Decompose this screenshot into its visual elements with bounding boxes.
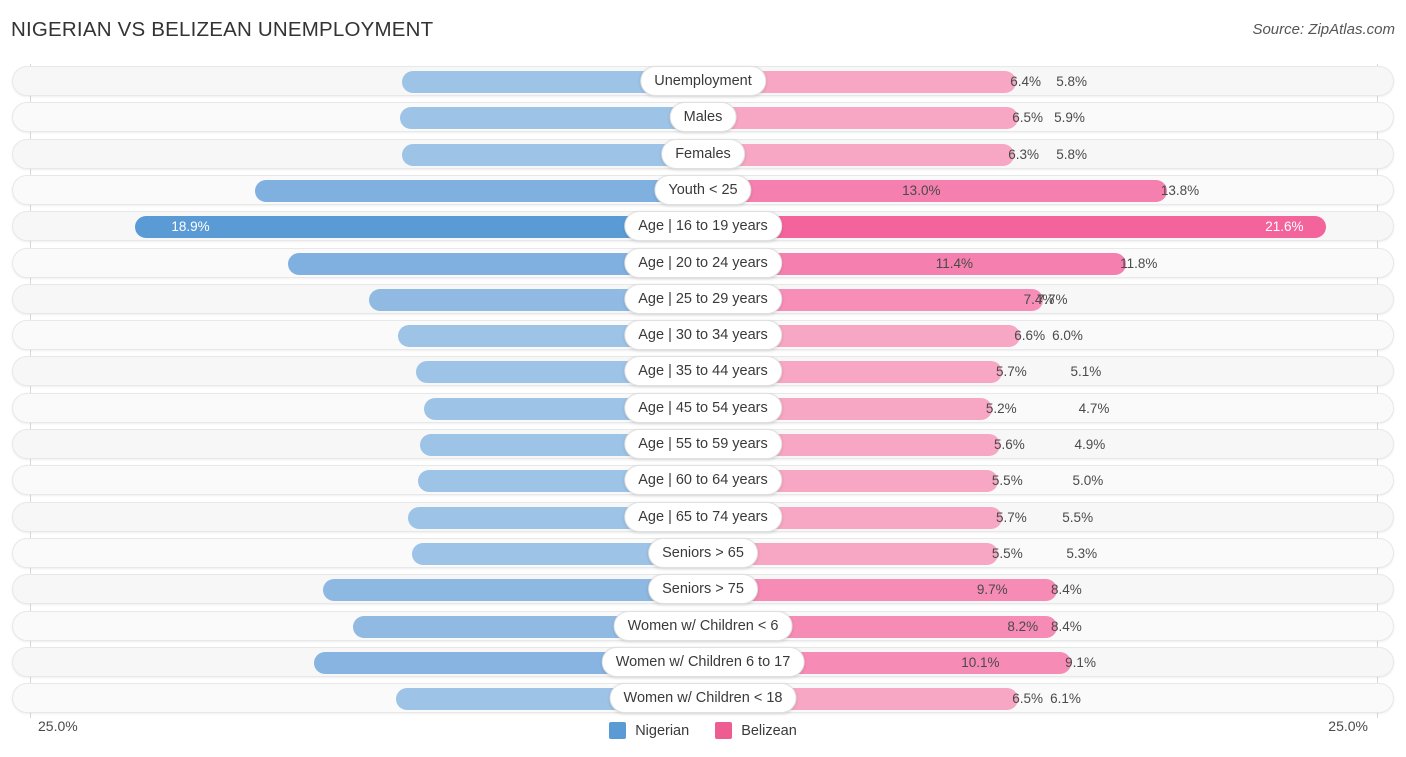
bar-nigerian[interactable] [399, 107, 690, 130]
value-label-belizean: 5.5% [991, 545, 1023, 561]
value-label-belizean: 6.5% [1012, 691, 1044, 707]
value-label-belizean: 5.5% [991, 473, 1023, 489]
table-row[interactable]: 4.7% 5.2% Age | 45 to 54 years [12, 392, 1394, 423]
table-row[interactable]: 7.4% 7.7% Age | 25 to 29 years [12, 283, 1394, 314]
value-label-nigerian: 8.2% [1007, 618, 1039, 634]
value-label-belizean: 6.6% [1014, 328, 1046, 344]
table-row[interactable]: 13.0% 13.8% Youth < 25 [12, 174, 1394, 205]
table-row[interactable]: 6.0% 6.6% Age | 30 to 34 years [12, 320, 1394, 351]
legend-item[interactable]: Belizean [715, 722, 797, 739]
page-title: NIGERIAN VS BELIZEAN UNEMPLOYMENT [11, 18, 434, 41]
value-label-belizean: 9.1% [1065, 654, 1096, 670]
value-label-nigerian: 11.4% [935, 255, 974, 271]
category-label-pill[interactable]: Age | 60 to 64 years [624, 465, 782, 496]
value-label-belizean: 11.8% [1120, 255, 1158, 271]
diverging-bar-chart: 5.8% 6.4% Unemployment 5.9% 6.5% Males 5.8% 6.3… [0, 58, 1406, 718]
category-label-pill[interactable]: Age | 55 to 59 years [624, 429, 782, 459]
value-label-belizean: 5.2% [985, 400, 1017, 416]
chart-footer: 25.0% 25.0% Nigerian Belizean [0, 718, 1406, 757]
table-row[interactable]: 5.8% 6.4% Unemployment [12, 66, 1394, 96]
value-label-belizean: 13.8% [1160, 182, 1200, 198]
table-row[interactable]: 5.3% 5.5% Seniors > 65 [12, 537, 1394, 568]
chart-legend: Nigerian Belizean [0, 722, 1406, 739]
bar-belizean[interactable] [716, 107, 1019, 130]
table-row[interactable]: 5.0% 5.5% Age | 60 to 64 years [12, 465, 1394, 496]
table-row[interactable]: 5.5% 5.7% Age | 65 to 74 years [12, 501, 1394, 532]
category-label-pill[interactable]: Women w/ Children < 18 [609, 683, 797, 714]
value-label-belizean: 21.6% [1265, 219, 1304, 235]
category-label-pill[interactable]: Age | 30 to 34 years [624, 320, 782, 351]
value-label-belizean: 6.3% [1008, 146, 1039, 162]
square-swatch-icon [609, 722, 627, 739]
table-row[interactable]: 5.9% 6.5% Males [12, 102, 1394, 133]
value-label-nigerian: 4.7% [1078, 400, 1110, 416]
source-attribution: Source: ZipAtlas.com [1252, 21, 1395, 38]
bar-belizean[interactable] [716, 542, 998, 565]
bar-belizean[interactable] [716, 179, 1167, 202]
value-label-nigerian: 4.9% [1074, 437, 1106, 452]
category-label-pill[interactable]: Seniors > 75 [648, 574, 758, 605]
table-row[interactable]: 5.8% 6.3% Females [12, 138, 1394, 169]
value-label-nigerian: 18.9% [171, 219, 210, 235]
value-label-belizean: 5.7% [995, 509, 1027, 525]
category-label-pill[interactable]: Youth < 25 [654, 174, 752, 205]
table-row[interactable]: 5.1% 5.7% Age | 35 to 44 years [12, 356, 1394, 387]
table-row[interactable]: 8.2% 8.4% Women w/ Children < 6 [12, 610, 1394, 641]
category-label-pill[interactable]: Age | 65 to 74 years [624, 501, 782, 532]
page-header: NIGERIAN VS BELIZEAN UNEMPLOYMENT Source… [0, 0, 1406, 58]
category-label-pill[interactable]: Seniors > 65 [648, 537, 758, 568]
value-label-nigerian: 5.0% [1072, 473, 1104, 489]
value-label-belizean: 6.4% [1010, 74, 1042, 89]
category-label-pill[interactable]: Age | 35 to 44 years [624, 356, 782, 387]
bar-nigerian[interactable] [255, 179, 690, 202]
legend-label: Nigerian [635, 722, 690, 739]
category-label-pill[interactable]: Age | 25 to 29 years [624, 283, 782, 314]
value-label-nigerian: 5.1% [1070, 364, 1102, 380]
category-label-pill[interactable]: Unemployment [640, 66, 766, 96]
category-label-pill[interactable]: Females [661, 138, 745, 169]
table-row[interactable]: 6.1% 6.5% Women w/ Children < 18 [12, 683, 1394, 714]
table-row[interactable]: 10.1% 9.1% Women w/ Children 6 to 17 [12, 646, 1394, 677]
category-label-pill[interactable]: Age | 45 to 54 years [624, 392, 782, 423]
value-label-belizean: 8.4% [1050, 618, 1082, 634]
bar-nigerian[interactable] [401, 143, 690, 166]
value-label-nigerian: 9.7% [976, 582, 1008, 598]
value-label-belizean: 6.5% [1012, 110, 1044, 126]
bar-nigerian[interactable] [135, 216, 690, 239]
value-label-belizean: 7.7% [1036, 291, 1068, 307]
legend-item[interactable]: Nigerian [609, 722, 689, 739]
value-label-nigerian: 13.0% [902, 182, 941, 198]
square-swatch-icon [715, 722, 733, 739]
bar-nigerian[interactable] [322, 579, 690, 602]
table-row[interactable]: 18.9% 21.6% Age | 16 to 19 years [12, 211, 1394, 242]
value-label-nigerian: 10.1% [961, 654, 1000, 670]
table-row[interactable]: 9.7% 8.4% Seniors > 75 [12, 574, 1394, 605]
category-label-pill[interactable]: Age | 16 to 19 years [624, 211, 782, 242]
legend-label: Belizean [741, 722, 797, 739]
category-label-pill[interactable]: Women w/ Children 6 to 17 [601, 646, 805, 677]
category-label-pill[interactable]: Males [669, 102, 737, 133]
bar-belizean[interactable] [716, 216, 1326, 239]
table-row[interactable]: 11.4% 11.8% Age | 20 to 24 years [12, 247, 1394, 278]
category-label-pill[interactable]: Women w/ Children < 6 [613, 610, 793, 641]
table-row[interactable]: 4.9% 5.6% Age | 55 to 59 years [12, 429, 1394, 459]
value-label-nigerian: 5.5% [1062, 509, 1094, 525]
value-label-belizean: 5.7% [995, 364, 1027, 380]
value-label-belizean: 8.4% [1050, 582, 1082, 598]
bar-belizean[interactable] [716, 143, 1015, 166]
value-label-belizean: 5.6% [993, 437, 1025, 452]
category-label-pill[interactable]: Age | 20 to 24 years [624, 247, 782, 278]
value-label-nigerian: 5.3% [1066, 545, 1098, 561]
